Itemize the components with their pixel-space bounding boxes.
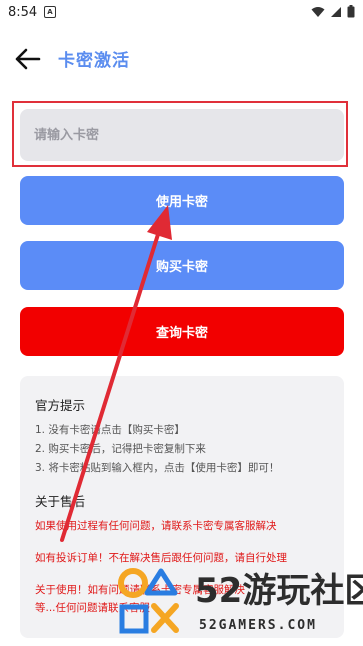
annotation-arrow <box>60 205 172 542</box>
watermark-brand: 52游玩社区 <box>195 571 363 611</box>
watermark-logo <box>118 568 179 634</box>
site-watermark: 52游玩社区 52GAMERS.COM <box>113 563 363 646</box>
watermark-site: 52GAMERS.COM <box>199 618 317 633</box>
